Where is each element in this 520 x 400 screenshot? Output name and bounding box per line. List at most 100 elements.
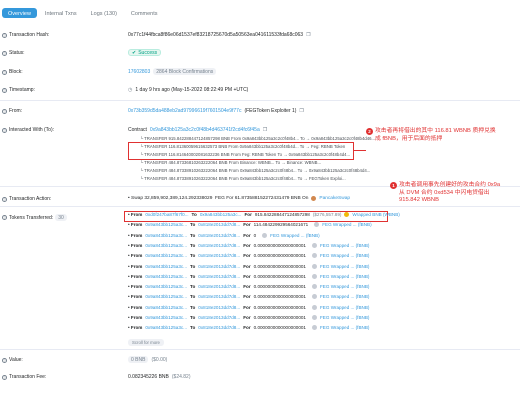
transfer-to-link[interactable]: 0x818e2013dd7d8... (198, 222, 240, 227)
transfer-amount: 114.484229929564021671 (253, 222, 309, 228)
transfer-token-link[interactable]: FEG Wrapped ... (fBNB) (270, 233, 319, 238)
transfer-to-label: To (190, 232, 196, 238)
transfer-to-link[interactable]: 0x818e2013dd7d8... (198, 325, 240, 330)
tab-logs[interactable]: Logs (130) (85, 8, 123, 18)
fbnb-token-icon (311, 263, 317, 269)
transfer-to-link[interactable]: 0x818e2013dd7d8... (198, 243, 240, 248)
transfer-from-link[interactable]: 0x9a843bb125a3c... (145, 315, 187, 320)
scroll-more-button[interactable]: Scroll for more (128, 339, 164, 346)
transfer-from-link[interactable]: 0x9a843bb125a3c... (145, 264, 187, 269)
transfer-amount: 0.0000000000000000001 (253, 242, 306, 248)
transfer-to-link[interactable]: 0x818e2013dd7d8... (198, 253, 240, 258)
transfer-for-label: For (244, 212, 252, 217)
annotation-2-text-2: 成 fBNB，用于后面的抵押 (375, 135, 443, 142)
transfer-token-link[interactable]: FEG Wrapped ... (fBNB) (320, 264, 369, 269)
transfer-to-label: To (190, 294, 196, 300)
transfer-for-label: For (243, 315, 251, 320)
transfer-token-link[interactable]: FEG Wrapped ... (fBNB) (320, 253, 369, 258)
status-value-wrap: ✔ Success (128, 49, 162, 56)
token-transfer-row: • From 0x9a843bb125a3c... To 0x818e2013dd7d… (128, 273, 369, 279)
transfer-amount: 0 (253, 232, 257, 238)
token-transfer-row: • From 0x9a843bb125a3c... To 0x818e2013dd7d… (128, 304, 369, 310)
transfer-from-link[interactable]: 0x9a843bb125a3c... (145, 284, 187, 289)
transfer-to-link[interactable]: 0x818e2013dd7d8... (198, 294, 240, 299)
tab-internal-txns[interactable]: Internal Txns (39, 8, 83, 18)
from-address-link[interactable]: 0x73b359d5da488eb2ad97996619f7601504e9f7… (128, 108, 241, 114)
transfer-token-link[interactable]: FEG Wrapped ... (fBNB) (320, 325, 369, 330)
transfer-to-link[interactable]: 0x818e2013dd7d8... (198, 305, 240, 310)
transfer-from-link[interactable]: 0x9a843bb125a3c... (145, 243, 187, 248)
transfer-to-link[interactable]: 0x9a843bb125a3c... (200, 212, 242, 217)
transfer-from-link[interactable]: 0x9a843bb125a3c... (145, 253, 187, 258)
transfer-to-link[interactable]: 0x818e2013dd7d8... (198, 284, 240, 289)
contract-address-link[interactable]: 0x9a843bb125a3c2c0f48b4d463741f2cd4fc6f4… (150, 127, 260, 133)
transfer-bullet: • From (128, 294, 143, 300)
status-text: Success (138, 49, 158, 56)
help-icon: ? (2, 108, 7, 114)
transfer-from-link[interactable]: 0x9a843bb125a3c... (145, 305, 187, 310)
fee-usd: ($24.82) (171, 374, 191, 380)
transfer-to-link[interactable]: 0x818e2013dd7d8... (198, 233, 240, 238)
internal-transfer-line: └ TRANSFER 484.87338910263222064 BNB Fro… (140, 176, 346, 181)
fbnb-token-icon (262, 232, 268, 238)
block-value-wrap: 17602803 2864 Block Confirmations (128, 68, 217, 75)
transfer-from-link[interactable]: 0x9a843bb125a3c... (145, 274, 187, 279)
transfer-for-label: For (243, 294, 251, 300)
transfer-from-link[interactable]: 0x9a843bb125a3c... (145, 233, 187, 238)
help-icon: ? (2, 196, 7, 202)
transfer-for-label: For (243, 304, 251, 310)
annotation-connector (354, 150, 366, 151)
block-number-link[interactable]: 17602803 (128, 69, 150, 75)
value-value-wrap: 0 BNB ($0.00) (128, 356, 167, 363)
fbnb-token-icon (311, 273, 317, 279)
transfer-from-link[interactable]: 0xd0f247ba87f67f0... (145, 212, 188, 217)
token-transfer-row: • From 0xd0f247ba87f67f0... To 0x9a843bb125… (128, 212, 400, 217)
transfer-from-link[interactable]: 0x9a843bb125a3c... (145, 325, 187, 330)
token-transfer-row: • From 0x9a843bb125a3c... To 0x818e2013dd7d… (128, 315, 369, 320)
transfer-to-label: To (191, 212, 197, 217)
fbnb-token-icon (311, 325, 317, 331)
transfer-from-link[interactable]: 0x9a843bb125a3c... (145, 294, 187, 299)
token-transfer-row: • From 0x9a843bb125a3c... To 0x818e2013dd7d… (128, 284, 369, 290)
transfer-amount: 915.842288447124857298 (254, 212, 310, 217)
hash-value[interactable]: 0x77c1f44fbca8f86e06d1537ef83218725670d5… (128, 32, 303, 38)
help-icon: ? (2, 50, 7, 56)
fbnb-token-icon (314, 222, 320, 228)
transfer-token-link[interactable]: FEG Wrapped ... (fBNB) (320, 274, 369, 279)
copy-icon[interactable]: ❐ (263, 127, 267, 133)
transfer-token-link[interactable]: FEG Wrapped ... (fBNB) (320, 294, 369, 299)
tab-overview[interactable]: Overview (2, 8, 37, 18)
transfer-from-link[interactable]: 0x9a843bb125a3c... (145, 222, 187, 227)
tab-comments[interactable]: Comments (125, 8, 164, 18)
from-value-wrap: 0x73b359d5da488eb2ad97996619f7601504e9f7… (128, 108, 304, 114)
annotation-note-1: 1 攻击者调用事先创建好的攻击合约 0x9a 从 DVM 合约 0xd534 中… (390, 182, 500, 205)
fbnb-token-icon (311, 315, 317, 320)
transfer-bullet: • From (128, 253, 143, 259)
transfer-token-link[interactable]: Wrapped BNB (WBNB) (352, 212, 399, 217)
transfer-for-label: For (243, 253, 251, 259)
transfer-bullet: • From (128, 315, 143, 320)
dex-link[interactable]: PancakeSwap (319, 196, 350, 201)
action-label: Transaction Action: (9, 196, 52, 202)
transfer-token-link[interactable]: FEG Wrapped ... (fBNB) (320, 305, 369, 310)
highlight-box-transfers (128, 142, 354, 160)
transfer-token-link[interactable]: FEG Wrapped ... (fBNB) (320, 315, 369, 320)
token-transfer-row: • From 0x9a843bb125a3c... To 0x818e2013dd7d… (128, 325, 369, 331)
transfer-token-link[interactable]: FEG Wrapped ... (fBNB) (320, 243, 369, 248)
copy-icon[interactable]: ❐ (299, 108, 303, 114)
transfer-for-label: For (243, 263, 251, 269)
transfer-to-label: To (190, 242, 196, 248)
transfer-amount: 0.0000000000000000001 (253, 325, 306, 331)
copy-icon[interactable]: ❐ (306, 32, 310, 38)
transfer-usd: ($276,557.89) (312, 212, 342, 217)
divider (0, 349, 520, 350)
transfer-token-link[interactable]: FEG Wrapped ... (fBNB) (320, 284, 369, 289)
transfer-to-link[interactable]: 0x818e2013dd7d8... (198, 274, 240, 279)
token-transfer-row: • From 0x9a843bb125a3c... To 0x818e2013dd7d… (128, 232, 320, 238)
fee-value-wrap: 0.082345226 BNB ($24.82) (128, 374, 191, 380)
transfer-to-link[interactable]: 0x818e2013dd7d8... (198, 264, 240, 269)
transfer-bullet: • From (128, 325, 143, 331)
annotation-1-line1: 1 攻击者调用事先创建好的攻击合约 0x9a (390, 182, 500, 190)
transfer-to-link[interactable]: 0x818e2013dd7d8... (198, 315, 240, 320)
transfer-token-link[interactable]: FEG Wrapped ... (fBNB) (322, 222, 371, 227)
